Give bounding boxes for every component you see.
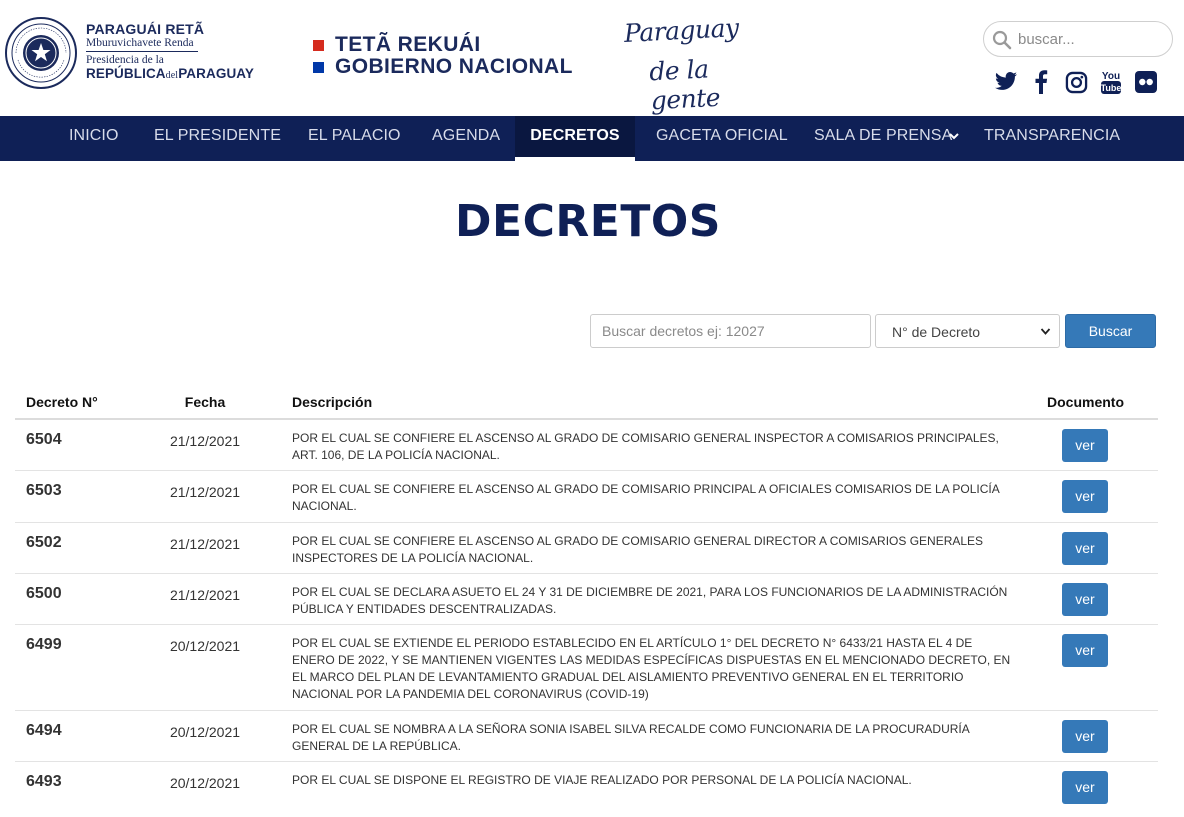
view-document-button[interactable]: ver	[1062, 583, 1108, 616]
table-row: 6499 20/12/2021 POR EL CUAL SE EXTIENDE …	[15, 625, 1158, 711]
table-header: Decreto N° Fecha Descripción Documento	[15, 389, 1158, 420]
search-button[interactable]: Buscar	[1065, 314, 1156, 348]
main-nav: INICIO EL PRESIDENTE EL PALACIO AGENDA D…	[0, 116, 1184, 161]
svg-text:You: You	[1102, 71, 1120, 82]
page-title: DECRETOS	[455, 196, 721, 247]
table-row: 6494 20/12/2021 POR EL CUAL SE NOMBRA A …	[15, 711, 1158, 762]
national-seal-logo[interactable]	[4, 16, 78, 90]
table-row: 6503 21/12/2021 POR EL CUAL SE CONFIERE …	[15, 471, 1158, 523]
nav-item-gaceta-oficial[interactable]: GACETA OFICIAL	[656, 116, 788, 161]
decree-number: 6500	[26, 585, 62, 602]
nav-item-el-palacio[interactable]: EL PALACIO	[308, 116, 401, 161]
nav-item-agenda[interactable]: AGENDA	[432, 116, 500, 161]
svg-text:Tube: Tube	[1101, 83, 1122, 93]
republic-del: del	[165, 70, 179, 81]
flickr-icon[interactable]	[1133, 69, 1159, 95]
decree-description: POR EL CUAL SE DISPONE EL REGISTRO DE VI…	[292, 773, 912, 787]
twitter-icon[interactable]	[993, 69, 1019, 95]
presidency-pre: Presidencia de la	[86, 54, 164, 66]
decree-date: 21/12/2021	[169, 536, 241, 552]
view-document-button[interactable]: ver	[1062, 429, 1108, 462]
flag-blue-square	[313, 61, 324, 73]
decree-number: 6494	[26, 722, 62, 739]
site-header: PARAGUÁI RETÃ Mburuvichavete Renda Presi…	[0, 0, 1184, 116]
table-row: 6504 21/12/2021 POR EL CUAL SE CONFIERE …	[15, 420, 1158, 471]
presidency-subtitle: Mburuvichavete Renda	[86, 37, 194, 49]
nav-item-sala-de-prensa[interactable]: SALA DE PRENSA	[814, 116, 952, 161]
header-date: Fecha	[184, 394, 226, 410]
republic-country: PARAGUAY	[178, 66, 255, 81]
campaign-line2: de la gente	[648, 54, 721, 116]
table-row: 6500 21/12/2021 POR EL CUAL SE DECLARA A…	[15, 574, 1158, 625]
search-type-select[interactable]: N° de Decreto	[875, 314, 1060, 348]
decree-date: 21/12/2021	[169, 587, 241, 603]
presidency-logo[interactable]: PARAGUÁI RETÃ Mburuvichavete Renda Presi…	[86, 22, 276, 83]
decree-date: 20/12/2021	[169, 638, 241, 654]
instagram-icon[interactable]	[1063, 69, 1089, 95]
presidency-title: PARAGUÁI RETÃ	[86, 21, 205, 37]
flag-red-square	[313, 39, 324, 51]
site-search	[983, 21, 1173, 57]
decree-date: 20/12/2021	[169, 724, 241, 740]
government-line2: GOBIERNO NACIONAL	[335, 55, 573, 78]
table-row: 6493 20/12/2021 POR EL CUAL SE DISPONE E…	[15, 762, 1158, 813]
decree-number: 6504	[26, 431, 62, 448]
view-document-button[interactable]: ver	[1062, 532, 1108, 565]
nav-item-inicio[interactable]: INICIO	[69, 116, 119, 161]
decree-number: 6503	[26, 482, 62, 499]
table-row: 6502 21/12/2021 POR EL CUAL SE CONFIERE …	[15, 523, 1158, 574]
nav-item-el-presidente[interactable]: EL PRESIDENTE	[154, 116, 281, 161]
campaign-line1: Paraguay	[623, 13, 740, 48]
decree-number: 6502	[26, 534, 62, 551]
decree-description: POR EL CUAL SE EXTIENDE EL PERIODO ESTAB…	[292, 636, 1011, 701]
republic-word: REPÚBLICA	[86, 66, 166, 81]
decree-description: POR EL CUAL SE DECLARA ASUETO EL 24 Y 31…	[292, 585, 1008, 616]
chevron-down-icon	[1040, 328, 1051, 335]
view-document-button[interactable]: ver	[1062, 771, 1108, 804]
decree-description: POR EL CUAL SE CONFIERE EL ASCENSO AL GR…	[292, 534, 984, 565]
header-number: Decreto N°	[26, 394, 98, 410]
decree-date: 20/12/2021	[169, 775, 241, 791]
social-links: You Tube	[993, 69, 1168, 95]
youtube-icon[interactable]: You Tube	[1098, 69, 1124, 95]
decree-search-input[interactable]	[590, 314, 871, 348]
view-document-button[interactable]: ver	[1062, 480, 1108, 513]
decree-description: POR EL CUAL SE CONFIERE EL ASCENSO AL GR…	[292, 482, 1000, 513]
presidency-divider	[86, 51, 198, 52]
nav-item-decretos[interactable]: DECRETOS	[515, 116, 635, 161]
decrees-table: Decreto N° Fecha Descripción Documento 6…	[15, 389, 1158, 813]
site-search-input[interactable]	[1018, 28, 1164, 50]
search-type-value: N° de Decreto	[892, 324, 981, 340]
nav-item-transparencia[interactable]: TRANSPARENCIA	[984, 116, 1120, 161]
decree-description: POR EL CUAL SE CONFIERE EL ASCENSO AL GR…	[292, 431, 999, 462]
government-logo[interactable]: TETÃ REKUÁI GOBIERNO NACIONAL	[313, 33, 573, 78]
decree-number: 6499	[26, 636, 62, 653]
facebook-icon[interactable]	[1028, 69, 1054, 95]
presidency-republic: REPÚBLICAdelPARAGUAY	[86, 66, 276, 83]
search-icon[interactable]	[992, 30, 1012, 50]
chevron-down-icon[interactable]	[948, 130, 960, 142]
government-line1: TETÃ REKUÁI	[335, 33, 481, 56]
decree-number: 6493	[26, 773, 62, 790]
header-description: Descripción	[292, 394, 373, 410]
view-document-button[interactable]: ver	[1062, 720, 1108, 753]
decree-description: POR EL CUAL SE NOMBRA A LA SEÑORA SONIA …	[292, 722, 970, 753]
paraguay-de-la-gente-logo[interactable]: Paraguay de la gente	[620, 13, 780, 115]
decree-date: 21/12/2021	[169, 433, 241, 449]
header-document: Documento	[1047, 394, 1124, 410]
decree-date: 21/12/2021	[169, 484, 241, 500]
view-document-button[interactable]: ver	[1062, 634, 1108, 667]
